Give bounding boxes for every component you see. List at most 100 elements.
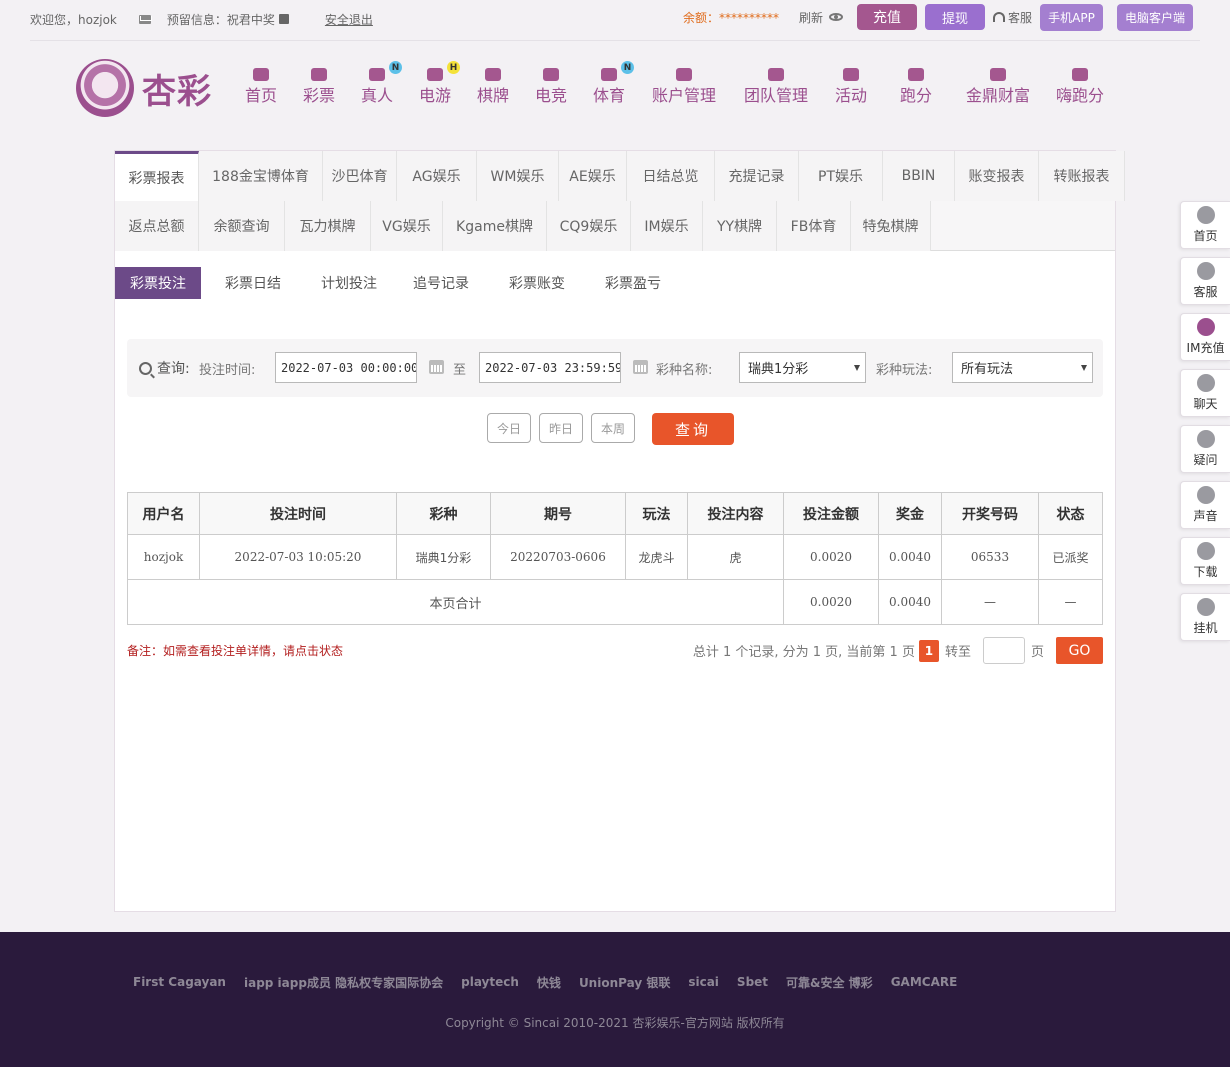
nav-item-8[interactable]: 团队管理: [730, 64, 822, 114]
report-tab[interactable]: 188金宝博体育: [199, 151, 323, 201]
nav-item-1[interactable]: 彩票: [290, 64, 348, 114]
play-select[interactable]: 所有玩法: [952, 352, 1093, 383]
nav-item-0[interactable]: 首页: [232, 64, 290, 114]
nav-item-9[interactable]: 活动: [822, 64, 880, 114]
nav-item-10[interactable]: 跑分: [880, 64, 952, 114]
nav-item-7[interactable]: 账户管理: [638, 64, 730, 114]
sub-tab[interactable]: 彩票账变: [489, 267, 585, 299]
sub-tab[interactable]: 计划投注: [305, 267, 393, 299]
service-link[interactable]: 客服: [1008, 9, 1032, 26]
report-tab[interactable]: 转账报表: [1039, 151, 1125, 201]
site-logo[interactable]: 杏彩: [76, 58, 226, 118]
column-header: 彩种: [396, 492, 491, 535]
float-item[interactable]: 聊天: [1180, 369, 1230, 417]
report-tab[interactable]: FB体育: [777, 201, 851, 251]
nav-label: 金鼎财富: [965, 86, 1030, 105]
nav-item-11[interactable]: 金鼎财富: [952, 64, 1044, 114]
float-item[interactable]: 首页: [1180, 201, 1230, 249]
report-tab[interactable]: 账变报表: [955, 151, 1039, 201]
eye-icon[interactable]: [828, 13, 843, 21]
page-jump-input[interactable]: [982, 637, 1025, 664]
nav-item-12[interactable]: 嗨跑分: [1044, 64, 1116, 114]
sub-tab[interactable]: 彩票盈亏: [585, 267, 681, 299]
up-arrow-icon: [1196, 206, 1215, 224]
partner-logo: sicai: [688, 975, 719, 989]
nav-item-3[interactable]: 电游 H: [406, 61, 464, 114]
partner-logo: Sbet: [736, 975, 769, 989]
report-tab[interactable]: 沙巴体育: [323, 151, 397, 201]
report-tab[interactable]: IM娱乐: [631, 201, 703, 251]
report-tab[interactable]: VG娱乐: [371, 201, 443, 251]
calendar-icon[interactable]: [429, 360, 444, 374]
nav-label: 电游: [418, 86, 451, 105]
float-item[interactable]: 挂机: [1180, 593, 1230, 641]
report-tab[interactable]: 充提记录: [715, 151, 799, 201]
report-tabs-row-2: 返点总额 余额查询 瓦力棋牌 VG娱乐 Kgame棋牌 CQ9娱乐 IM娱乐 YY棋牌 FB体育…: [115, 201, 931, 251]
column-header: 投注内容: [687, 492, 784, 535]
mail-icon[interactable]: [138, 14, 151, 24]
float-item[interactable]: 疑问: [1180, 425, 1230, 473]
nav-item-6[interactable]: 体育 N: [580, 61, 638, 114]
report-tab[interactable]: PT娱乐: [799, 151, 883, 201]
headset-icon: [992, 12, 1005, 22]
query-button[interactable]: 查询: [652, 413, 734, 445]
report-tab[interactable]: YY棋牌: [703, 201, 777, 251]
report-tab[interactable]: 彩票报表: [115, 151, 199, 201]
calendar-icon[interactable]: [633, 360, 648, 374]
report-tab[interactable]: 瓦力棋牌: [285, 201, 371, 251]
report-tab[interactable]: AE娱乐: [559, 151, 627, 201]
withdraw-button[interactable]: 提现: [924, 4, 985, 30]
start-time-input[interactable]: 2022-07-03 00:00:00: [275, 352, 417, 383]
float-item[interactable]: 下载: [1180, 537, 1230, 585]
float-item[interactable]: 声音: [1180, 481, 1230, 529]
note-text: 备注：如需查看投注单详情，请点击状态: [127, 644, 344, 658]
gift-icon: [840, 64, 862, 84]
pc-client-button[interactable]: 电脑客户端: [1117, 3, 1193, 31]
report-tab[interactable]: Kgame棋牌: [443, 201, 547, 251]
cell-status-link[interactable]: 已派奖: [1038, 534, 1103, 580]
ticket-icon: [308, 64, 330, 84]
report-tab[interactable]: CQ9娱乐: [547, 201, 631, 251]
sub-tab[interactable]: 彩票投注: [115, 267, 201, 299]
report-tab[interactable]: 余额查询: [199, 201, 285, 251]
mobile-app-button[interactable]: 手机APP: [1040, 3, 1103, 31]
partner-logos: First Cagayan iapp iapp成员 隐私权专家国际协会 playte…: [133, 962, 975, 1002]
float-item[interactable]: IM充值: [1180, 313, 1230, 361]
report-tab[interactable]: 日结总览: [627, 151, 715, 201]
sub-tab[interactable]: 彩票日结: [201, 267, 305, 299]
nav-item-4[interactable]: 棋牌: [464, 64, 522, 114]
copyright: Copyright © Sincai 2010-2021 杏彩娱乐-官方网站 版…: [445, 1016, 785, 1030]
partner-logo: playtech: [461, 975, 519, 989]
chat-icon: [1196, 374, 1215, 392]
today-button[interactable]: 今日: [487, 413, 531, 443]
hi-icon: [1069, 64, 1091, 84]
this-week-button[interactable]: 本周: [591, 413, 635, 443]
play-label: 彩种玩法:: [876, 362, 933, 378]
summary-numbers: —: [941, 579, 1039, 625]
current-page-button[interactable]: 1: [918, 639, 939, 662]
float-item-label: 下载: [1193, 565, 1218, 579]
sub-tab[interactable]: 追号记录: [393, 267, 489, 299]
go-button[interactable]: GO: [1056, 637, 1103, 664]
recharge-button[interactable]: 充值: [856, 4, 917, 30]
edit-icon[interactable]: [278, 14, 289, 24]
report-tab[interactable]: 返点总额: [115, 201, 199, 251]
report-tab[interactable]: WM娱乐: [477, 151, 559, 201]
report-tab[interactable]: AG娱乐: [397, 151, 477, 201]
table-header-row: 用户名 投注时间 彩种 期号 玩法 投注内容 投注金额 奖金 开奖号码 状态: [127, 492, 1103, 535]
partner-logo: GAMCARE: [890, 975, 958, 989]
nav-item-5[interactable]: 电竞: [522, 64, 580, 114]
table-summary-row: 本页合计 0.0020 0.0040 — —: [127, 579, 1103, 625]
lottery-select[interactable]: 瑞典1分彩: [739, 352, 866, 383]
refresh-link[interactable]: 刷新: [799, 9, 823, 26]
report-tab[interactable]: 特兔棋牌: [851, 201, 931, 251]
report-tab[interactable]: BBIN: [883, 151, 955, 201]
yesterday-button[interactable]: 昨日: [539, 413, 583, 443]
nav-label: 跑分: [899, 86, 932, 105]
float-item[interactable]: 客服: [1180, 257, 1230, 305]
end-time-input[interactable]: 2022-07-03 23:59:59: [479, 352, 621, 383]
logout-link[interactable]: 安全退出: [325, 11, 373, 28]
speaker-icon: [1196, 486, 1215, 504]
nav-item-2[interactable]: 真人 N: [348, 61, 406, 114]
partner-logo: 可靠&安全 博彩: [786, 975, 873, 990]
